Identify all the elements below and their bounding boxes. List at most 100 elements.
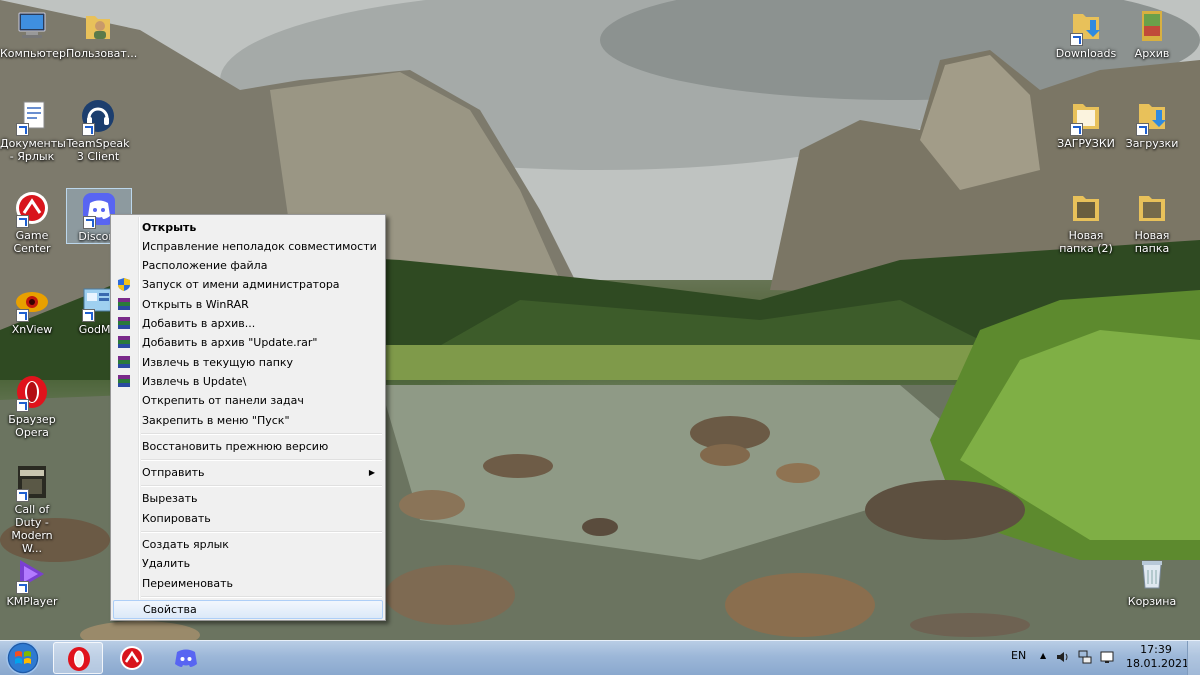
folder-icon [1068,98,1104,136]
action-center-flag-icon[interactable] [1100,650,1114,684]
desktop-icon-downloads[interactable]: Downloads [1054,8,1118,60]
clock[interactable]: 17:39 18.01.2021 [1126,643,1189,671]
documents-icon [14,98,50,136]
desktop-icon-teamspeak[interactable]: TeamSpeak 3 Client [66,98,130,163]
winrar-icon [117,297,133,312]
menu-item-label: Извлечь в текущую папку [142,356,294,369]
desktop-icon-new-folder-2[interactable]: Новая папка (2) [1054,190,1118,255]
menu-item-label: Добавить в архив "Update.rar" [142,336,318,349]
menu-item-add-to-archive[interactable]: Добавить в архив... [113,314,383,333]
winrar-icon [117,374,133,389]
menu-separator [141,596,382,598]
menu-item-label: Добавить в архив... [142,317,256,330]
opera-icon [14,374,50,412]
menu-item-open[interactable]: Открыть [113,218,383,237]
desktop[interactable]: Компьютер Пользоват... Документы - Ярлык… [0,0,1200,640]
desktop-icon-label: Компьютер [0,47,66,60]
menu-item-open-winrar[interactable]: Открыть в WinRAR [113,295,383,314]
tray-overflow-arrow-icon[interactable]: ▲ [1040,651,1046,685]
desktop-icon-label: KMPlayer [6,595,58,608]
network-icon[interactable] [1078,650,1092,684]
menu-separator [141,485,382,487]
menu-item-run-as-admin[interactable]: Запуск от имени администратора [113,275,383,294]
taskbar-opera-button[interactable] [53,642,103,674]
desktop-icon-label: Game Center [13,229,51,255]
menu-item-label: Свойства [143,603,197,616]
desktop-icon-label: Загрузки [1125,137,1179,150]
kmplayer-icon [14,556,50,594]
language-label: EN [1011,649,1027,662]
menu-item-copy[interactable]: Копировать [113,509,383,528]
menu-item-send-to[interactable]: Отправить ▶ [113,463,383,482]
show-desktop-button[interactable] [1187,641,1200,675]
menu-item-label: Создать ярлык [142,538,229,551]
computer-icon [14,8,50,44]
game-center-icon [14,190,50,228]
desktop-icon-call-of-duty[interactable]: Call of Duty - Modern W... [0,464,64,555]
desktop-icon-new-folder[interactable]: Новая папка [1120,190,1184,255]
desktop-icon-archive[interactable]: Архив [1120,8,1184,60]
desktop-icon-user-folder[interactable]: Пользоват... [66,8,137,60]
menu-item-extract-here[interactable]: Извлечь в текущую папку [113,353,383,372]
desktop-icon-label: Корзина [1127,595,1177,608]
menu-item-label: Открепить от панели задач [142,394,304,407]
menu-item-file-location[interactable]: Расположение файла [113,256,383,275]
menu-item-label: Восстановить прежнюю версию [142,440,329,453]
menu-item-pin-start[interactable]: Закрепить в меню "Пуск" [113,411,383,430]
desktop-icon-xnview[interactable]: XnView [0,284,64,336]
menu-item-extract-to-update[interactable]: Извлечь в Update\ [113,372,383,391]
desktop-icon-computer[interactable]: Компьютер [0,8,66,60]
menu-item-label: Вырезать [142,492,198,505]
menu-item-label: Удалить [142,557,191,570]
menu-item-add-to-update-rar[interactable]: Добавить в архив "Update.rar" [113,333,383,352]
menu-item-restore-previous[interactable]: Восстановить прежнюю версию [113,437,383,456]
downloads-folder-icon [1134,98,1170,136]
menu-item-properties[interactable]: Свойства [113,600,383,619]
archive-icon [1134,8,1170,44]
taskbar-discord-button[interactable] [161,642,211,674]
downloads-folder-icon [1068,8,1104,46]
menu-item-unpin-taskbar[interactable]: Открепить от панели задач [113,391,383,410]
desktop-icon-label: Пользоват... [66,47,138,60]
desktop-icon-documents[interactable]: Документы - Ярлык [0,98,66,163]
desktop-icon-kmplayer[interactable]: KMPlayer [0,556,64,608]
desktop-icon-zagruzki[interactable]: Загрузки [1120,98,1184,150]
xnview-icon [14,284,50,322]
winrar-icon [117,316,133,331]
desktop-icon-recycle-bin[interactable]: Корзина [1120,556,1184,608]
desktop-icon-label: Call of Duty - Modern W... [11,503,53,555]
start-button[interactable] [2,639,44,677]
game-center-icon [120,646,144,670]
menu-item-label: Открыть в WinRAR [142,298,249,311]
discord-icon [175,649,197,667]
volume-icon[interactable] [1056,650,1070,684]
menu-item-create-shortcut[interactable]: Создать ярлык [113,535,383,554]
menu-separator [141,531,382,533]
winrar-icon [117,335,133,350]
menu-separator [141,433,382,435]
menu-item-label: Запуск от имени администратора [142,278,340,291]
desktop-icon-label: Downloads [1055,47,1117,60]
desktop-icon-opera[interactable]: Браузер Opera [0,374,64,439]
taskbar-game-center-button[interactable] [107,642,157,674]
menu-item-label: Переименовать [142,577,234,590]
desktop-icon-label: Новая папка [1134,229,1170,255]
call-of-duty-icon [14,464,50,502]
folder-icon [1134,190,1170,226]
clock-time: 17:39 [1140,643,1172,656]
menu-item-label: Открыть [142,221,197,234]
language-indicator[interactable]: EN [1011,649,1026,683]
desktop-icon-game-center[interactable]: Game Center [0,190,64,255]
menu-item-compat-troubleshoot[interactable]: Исправление неполадок совместимости [113,237,383,256]
menu-item-cut[interactable]: Вырезать [113,489,383,508]
user-folder-icon [80,8,116,44]
desktop-icon-label: Архив [1134,47,1170,60]
menu-item-delete[interactable]: Удалить [113,554,383,573]
teamspeak-icon [80,98,116,136]
submenu-arrow-icon: ▶ [368,468,375,477]
desktop-icon-zagruzki-upper[interactable]: ЗАГРУЗКИ [1054,98,1118,150]
folder-icon [1068,190,1104,226]
desktop-icon-label: Браузер Opera [8,413,56,439]
menu-item-rename[interactable]: Переименовать [113,574,383,593]
desktop-icon-label: Документы - Ярлык [0,137,66,163]
